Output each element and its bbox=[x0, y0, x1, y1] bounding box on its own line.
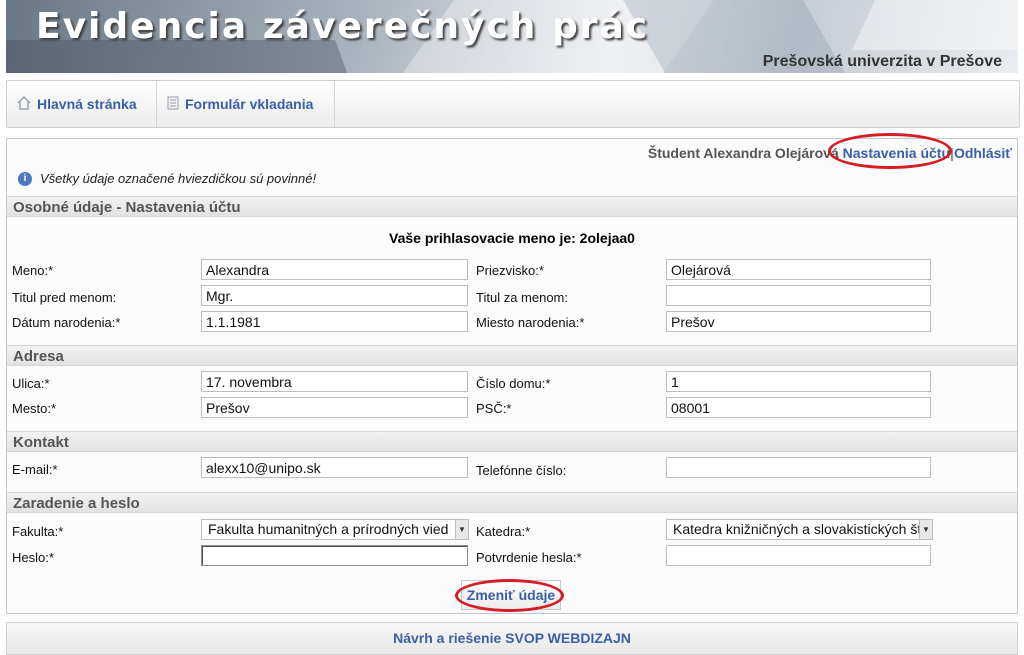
ulica-input[interactable] bbox=[201, 371, 468, 392]
telefon-input[interactable] bbox=[666, 457, 931, 478]
user-bar: Študent Alexandra Olejárová Nastavenia ú… bbox=[648, 145, 1012, 161]
chevron-down-icon[interactable]: ▼ bbox=[919, 520, 932, 539]
titul-pred-input[interactable] bbox=[201, 285, 468, 306]
nav-item-form[interactable]: Formulár vkladania bbox=[157, 81, 335, 127]
label-cislo: Číslo domu:* bbox=[476, 376, 551, 391]
account-settings-link[interactable]: Nastavenia účtu bbox=[843, 145, 950, 161]
submit-button[interactable]: Zmeniť údaje bbox=[461, 580, 561, 610]
user-name: Študent Alexandra Olejárová bbox=[647, 145, 839, 161]
mesto-input[interactable] bbox=[201, 397, 468, 418]
section-personal: Osobné údaje - Nastavenia účtu bbox=[7, 196, 1017, 217]
password-confirm-input[interactable] bbox=[666, 545, 931, 566]
email-input[interactable] bbox=[201, 457, 468, 478]
main-navigation: Hlavná stránka Formulár vkladania bbox=[6, 80, 1020, 128]
fakulta-select[interactable]: Fakulta humanitných a prírodných vied ▼ bbox=[201, 519, 469, 540]
katedra-select[interactable]: Katedra knižničných a slovakistických št… bbox=[666, 519, 933, 540]
login-name: Vaše prihlasovacie meno je: 2olejaa0 bbox=[389, 230, 635, 246]
label-psc: PSČ:* bbox=[476, 401, 512, 416]
katedra-selected: Katedra knižničných a slovakistických št… bbox=[673, 521, 933, 537]
nav-item-home[interactable]: Hlavná stránka bbox=[7, 81, 157, 127]
info-icon: i bbox=[18, 171, 32, 186]
footer-credit[interactable]: Návrh a riešenie SVOP WEBDIZAJN bbox=[6, 622, 1018, 655]
label-miesto: Miesto narodenia:* bbox=[476, 315, 585, 330]
university-name: Prešovská univerzita v Prešove bbox=[762, 53, 1002, 70]
password-input[interactable] bbox=[201, 545, 468, 566]
psc-input[interactable] bbox=[666, 397, 931, 418]
label-ulica: Ulica:* bbox=[12, 376, 50, 391]
fakulta-selected: Fakulta humanitných a prírodných vied bbox=[208, 521, 449, 537]
label-fakulta: Fakulta:* bbox=[12, 524, 64, 539]
info-message: Všetky údaje označené hviezdičkou sú pov… bbox=[40, 171, 317, 186]
logout-link[interactable]: Odhlásiť bbox=[954, 145, 1012, 161]
header-banner: Evidencia záverečných prác Prešovská uni… bbox=[6, 0, 1018, 73]
banner-decoration bbox=[852, 0, 1018, 50]
document-icon bbox=[167, 96, 179, 113]
section-contact: Kontakt bbox=[7, 431, 1017, 452]
nav-item-label: Hlavná stránka bbox=[37, 96, 137, 112]
datum-input[interactable] bbox=[201, 311, 468, 332]
site-title: Evidencia záverečných prác bbox=[36, 6, 650, 47]
label-meno: Meno:* bbox=[12, 263, 54, 278]
required-info: i Všetky údaje označené hviezdičkou sú p… bbox=[18, 171, 316, 186]
nav-item-label: Formulár vkladania bbox=[185, 96, 314, 112]
label-potvrdenie: Potvrdenie hesla:* bbox=[476, 550, 582, 565]
priezvisko-input[interactable] bbox=[666, 259, 931, 280]
section-address: Adresa bbox=[7, 345, 1017, 366]
label-email: E-mail:* bbox=[12, 462, 58, 477]
label-titul-pred: Titul pred menom: bbox=[12, 290, 117, 305]
label-priezvisko: Priezvisko:* bbox=[476, 263, 544, 278]
meno-input[interactable] bbox=[201, 259, 468, 280]
chevron-down-icon[interactable]: ▼ bbox=[455, 520, 468, 539]
titul-za-input[interactable] bbox=[666, 285, 931, 306]
section-assignment: Zaradenie a heslo bbox=[7, 492, 1017, 513]
label-katedra: Katedra:* bbox=[476, 524, 531, 539]
label-mesto: Mesto:* bbox=[12, 401, 57, 416]
label-telefon: Telefónne číslo: bbox=[476, 463, 567, 478]
home-icon bbox=[17, 95, 31, 113]
label-datum: Dátum narodenia:* bbox=[12, 315, 121, 330]
label-heslo: Heslo:* bbox=[12, 550, 54, 565]
label-titul-za: Titul za menom: bbox=[476, 290, 568, 305]
cislo-input[interactable] bbox=[666, 371, 931, 392]
miesto-input[interactable] bbox=[666, 311, 931, 332]
